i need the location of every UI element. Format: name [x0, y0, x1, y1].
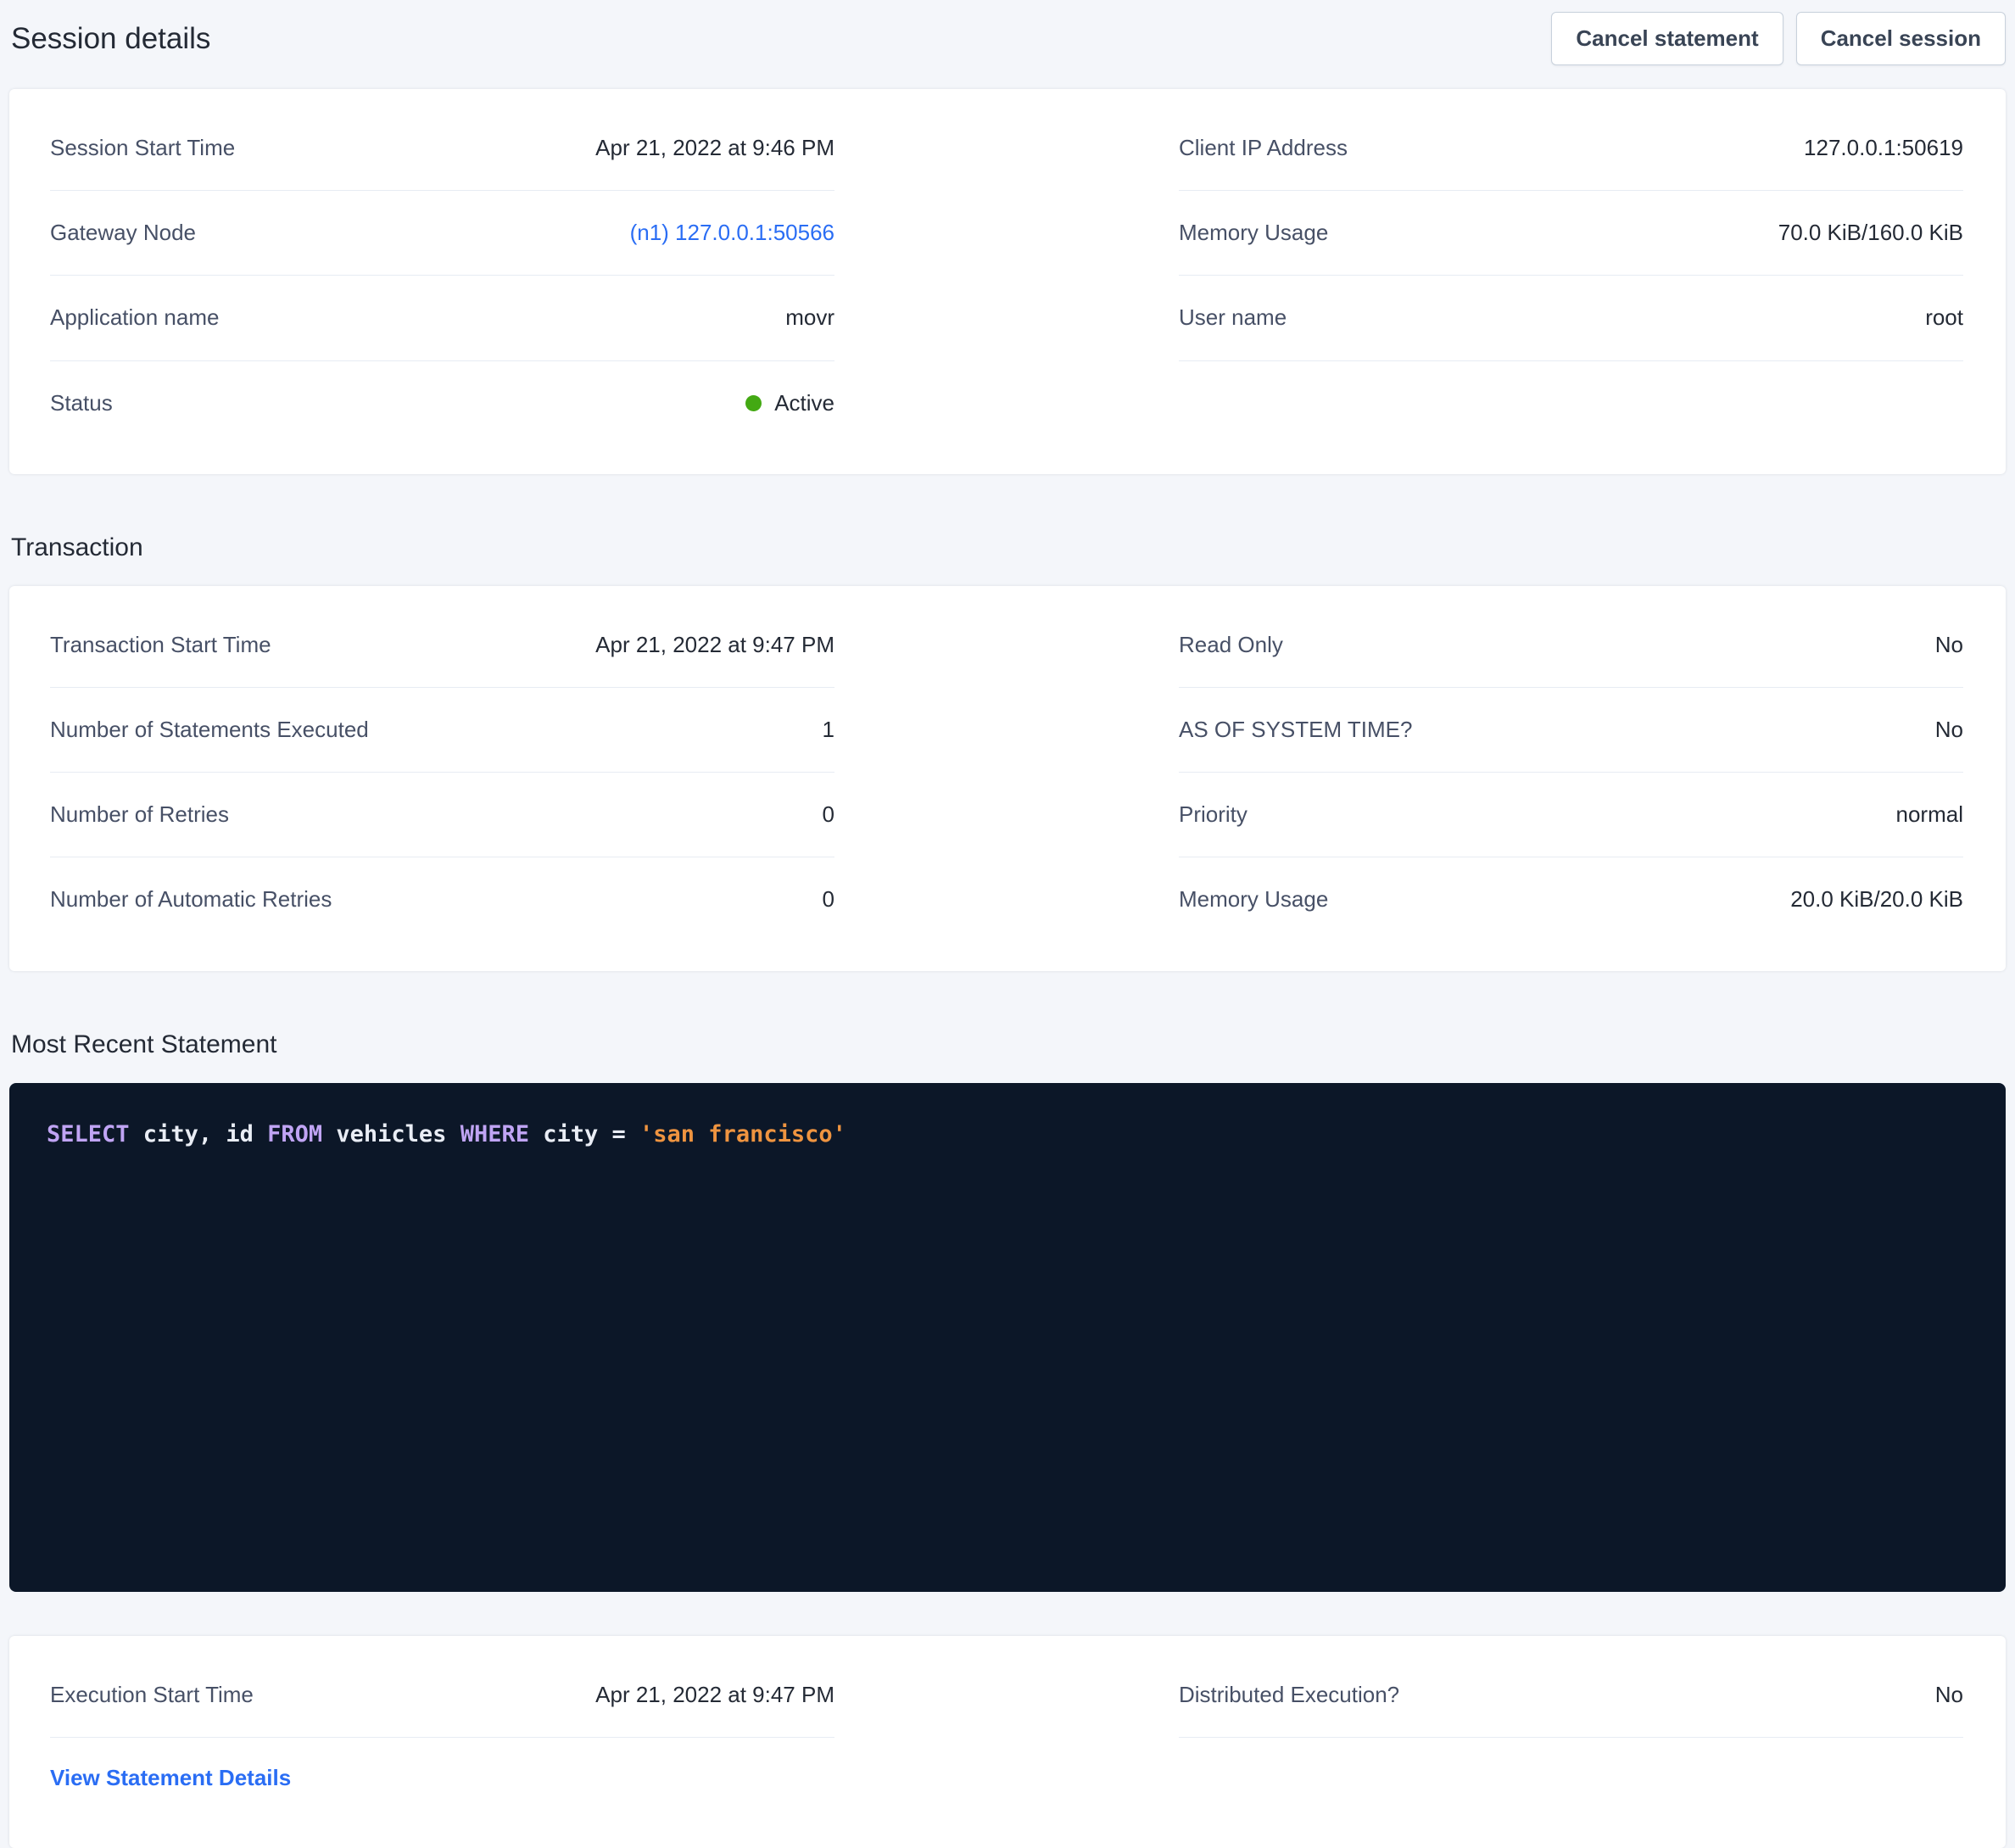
session-details-page: Session details Cancel statement Cancel …	[0, 0, 2015, 1848]
gateway-node-label: Gateway Node	[50, 220, 196, 246]
priority-value: normal	[1896, 801, 1963, 828]
row-application-name: Application name movr	[50, 276, 834, 360]
user-name-label: User name	[1179, 304, 1287, 331]
transaction-section-title: Transaction	[11, 533, 2006, 562]
session-memory-usage-value: 70.0 KiB/160.0 KiB	[1778, 220, 1963, 246]
row-as-of-system-time: AS OF SYSTEM TIME? No	[1179, 688, 1963, 773]
row-client-ip-address: Client IP Address 127.0.0.1:50619	[1179, 106, 1963, 191]
row-transaction-memory-usage: Memory Usage 20.0 KiB/20.0 KiB	[1179, 857, 1963, 941]
sql-keyword: FROM	[267, 1121, 322, 1147]
transaction-start-time-value: Apr 21, 2022 at 9:47 PM	[595, 632, 834, 658]
gateway-node-link[interactable]: (n1) 127.0.0.1:50566	[630, 220, 834, 246]
session-start-time-label: Session Start Time	[50, 135, 235, 161]
row-user-name: User name root	[1179, 276, 1963, 360]
sql-keyword: WHERE	[460, 1121, 529, 1147]
row-statements-executed: Number of Statements Executed 1	[50, 688, 834, 773]
transaction-card: Transaction Start Time Apr 21, 2022 at 9…	[9, 586, 2006, 971]
sql-text: city, id	[130, 1121, 268, 1147]
statements-executed-label: Number of Statements Executed	[50, 717, 369, 743]
client-ip-value: 127.0.0.1:50619	[1804, 135, 1963, 161]
transaction-start-time-label: Transaction Start Time	[50, 632, 271, 658]
application-name-value: movr	[785, 304, 834, 331]
execution-left-column: Execution Start Time Apr 21, 2022 at 9:4…	[50, 1653, 834, 1791]
sql-text: city =	[529, 1121, 639, 1147]
as-of-system-time-label: AS OF SYSTEM TIME?	[1179, 717, 1412, 743]
execution-right-column: Distributed Execution? No	[1179, 1653, 1963, 1791]
row-status: Status Active	[50, 361, 834, 445]
number-of-retries-label: Number of Retries	[50, 801, 229, 828]
sql-statement-text: SELECT city, id FROM vehicles WHERE city…	[47, 1117, 1968, 1153]
row-priority: Priority normal	[1179, 773, 1963, 857]
status-badge: Active	[745, 390, 834, 416]
statements-executed-value: 1	[823, 717, 834, 743]
row-execution-start-time: Execution Start Time Apr 21, 2022 at 9:4…	[50, 1653, 834, 1738]
transaction-memory-usage-label: Memory Usage	[1179, 886, 1328, 913]
row-session-start-time: Session Start Time Apr 21, 2022 at 9:46 …	[50, 106, 834, 191]
row-session-memory-usage: Memory Usage 70.0 KiB/160.0 KiB	[1179, 191, 1963, 276]
status-label: Status	[50, 390, 113, 416]
application-name-label: Application name	[50, 304, 219, 331]
sql-string: 'san francisco'	[639, 1121, 846, 1147]
view-statement-details-link[interactable]: View Statement Details	[50, 1765, 291, 1791]
transaction-memory-usage-value: 20.0 KiB/20.0 KiB	[1790, 886, 1963, 913]
execution-start-time-label: Execution Start Time	[50, 1682, 254, 1708]
row-read-only: Read Only No	[1179, 603, 1963, 688]
cancel-session-button[interactable]: Cancel session	[1796, 12, 2006, 65]
distributed-execution-label: Distributed Execution?	[1179, 1682, 1399, 1708]
read-only-label: Read Only	[1179, 632, 1283, 658]
header-actions: Cancel statement Cancel session	[1551, 12, 2006, 65]
session-memory-usage-label: Memory Usage	[1179, 220, 1328, 246]
page-title: Session details	[11, 22, 210, 56]
execution-start-time-value: Apr 21, 2022 at 9:47 PM	[595, 1682, 834, 1708]
page-header: Session details Cancel statement Cancel …	[9, 12, 2006, 65]
statement-section-title: Most Recent Statement	[11, 1030, 2006, 1059]
session-summary-left-column: Session Start Time Apr 21, 2022 at 9:46 …	[50, 106, 834, 445]
cancel-statement-button[interactable]: Cancel statement	[1551, 12, 1783, 65]
sql-statement-block: SELECT city, id FROM vehicles WHERE city…	[9, 1083, 2006, 1592]
transaction-left-column: Transaction Start Time Apr 21, 2022 at 9…	[50, 603, 834, 942]
automatic-retries-value: 0	[823, 886, 834, 913]
session-summary-right-column: Client IP Address 127.0.0.1:50619 Memory…	[1179, 106, 1963, 445]
sql-text: vehicles	[322, 1121, 460, 1147]
execution-card: Execution Start Time Apr 21, 2022 at 9:4…	[9, 1636, 2006, 1848]
transaction-right-column: Read Only No AS OF SYSTEM TIME? No Prior…	[1179, 603, 1963, 942]
status-text: Active	[774, 390, 834, 416]
as-of-system-time-value: No	[1935, 717, 1963, 743]
automatic-retries-label: Number of Automatic Retries	[50, 886, 332, 913]
row-distributed-execution: Distributed Execution? No	[1179, 1653, 1963, 1738]
number-of-retries-value: 0	[823, 801, 834, 828]
row-automatic-retries: Number of Automatic Retries 0	[50, 857, 834, 941]
client-ip-label: Client IP Address	[1179, 135, 1348, 161]
session-start-time-value: Apr 21, 2022 at 9:46 PM	[595, 135, 834, 161]
session-summary-card: Session Start Time Apr 21, 2022 at 9:46 …	[9, 89, 2006, 474]
status-active-dot-icon	[745, 395, 762, 411]
row-transaction-start-time: Transaction Start Time Apr 21, 2022 at 9…	[50, 603, 834, 688]
read-only-value: No	[1935, 632, 1963, 658]
row-gateway-node: Gateway Node (n1) 127.0.0.1:50566	[50, 191, 834, 276]
sql-keyword: SELECT	[47, 1121, 130, 1147]
row-number-of-retries: Number of Retries 0	[50, 773, 834, 857]
user-name-value: root	[1925, 304, 1963, 331]
distributed-execution-value: No	[1935, 1682, 1963, 1708]
priority-label: Priority	[1179, 801, 1248, 828]
